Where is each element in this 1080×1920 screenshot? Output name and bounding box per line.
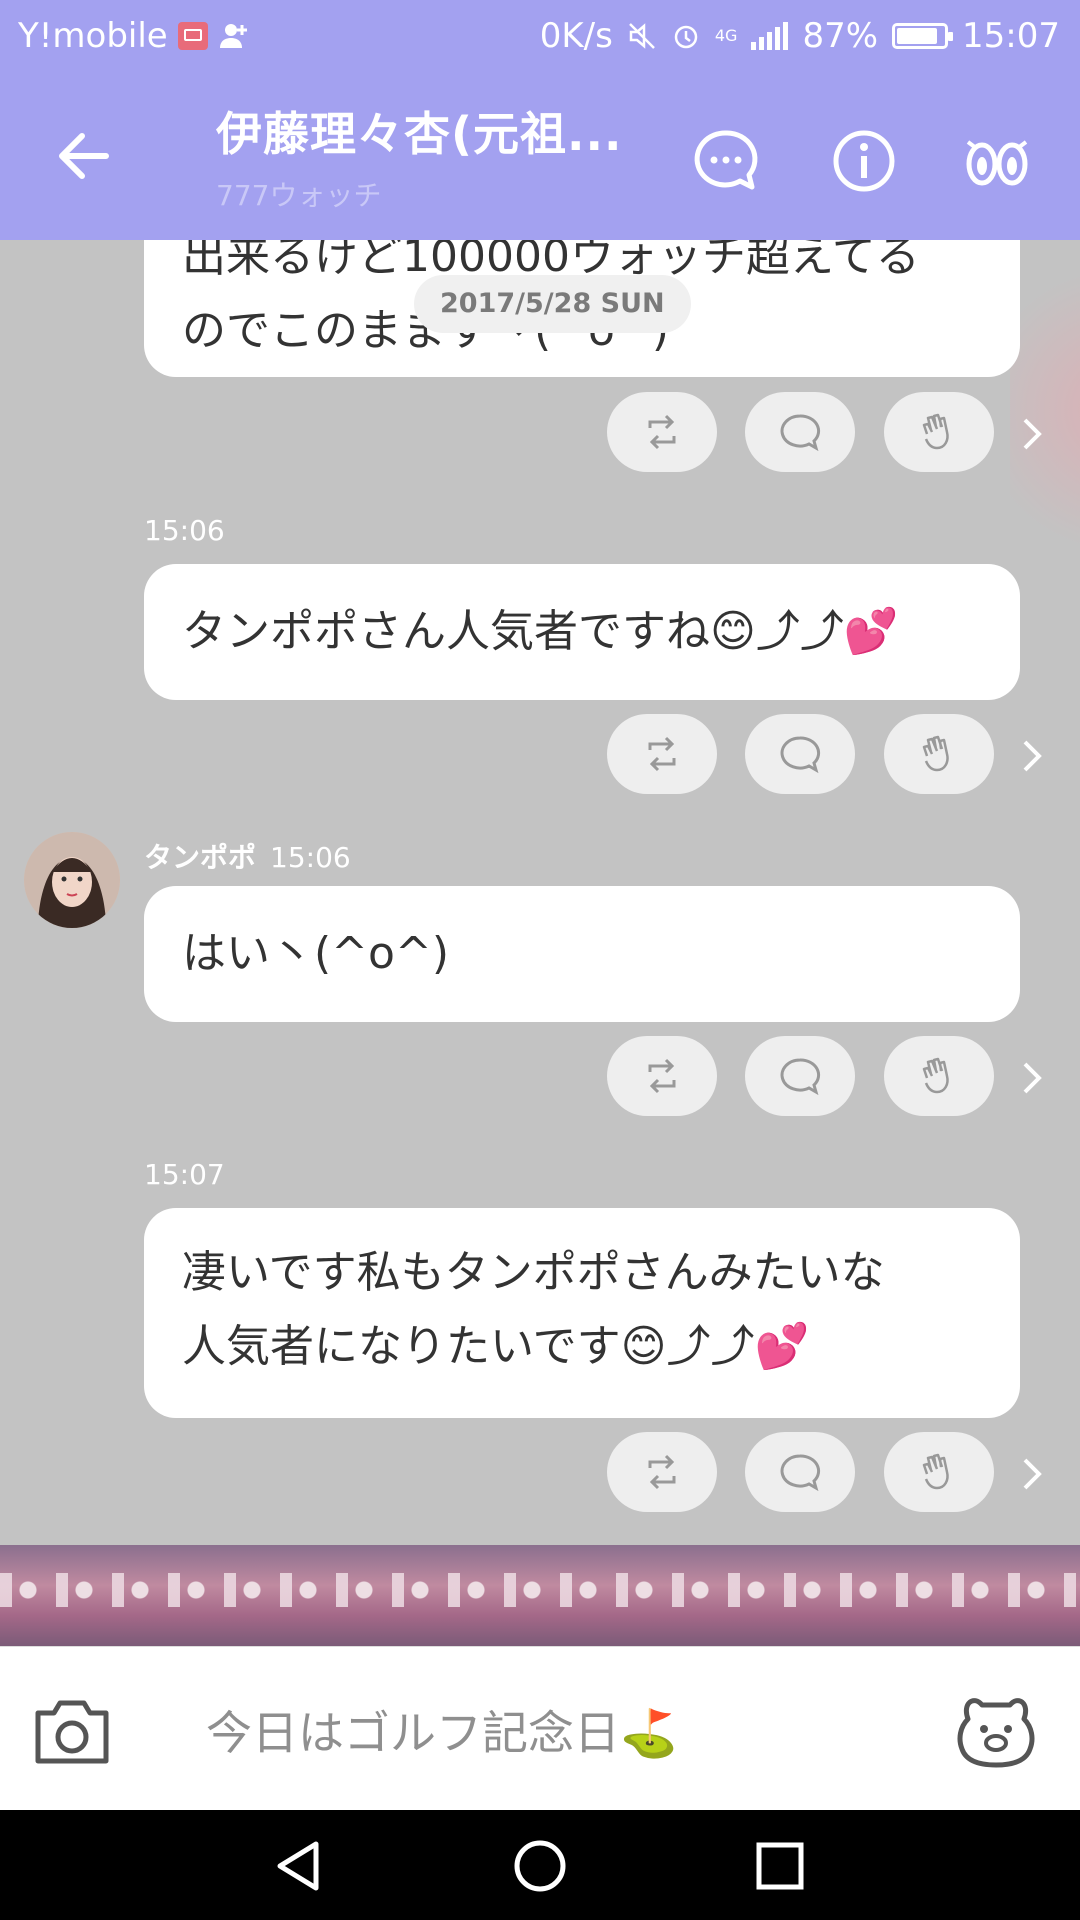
message-actions	[607, 392, 1042, 474]
comment-button[interactable]	[745, 714, 855, 794]
comment-button[interactable]	[745, 1432, 855, 1512]
message-bubble[interactable]: はい丶(^o^)	[144, 886, 1020, 1022]
message-actions	[607, 1036, 1042, 1118]
mute-icon	[628, 23, 655, 49]
comment-icon	[780, 736, 821, 774]
message-actions	[607, 1432, 1042, 1514]
add-contact-icon	[219, 24, 247, 48]
chevron-right-icon[interactable]	[1017, 1454, 1047, 1494]
clap-icon	[922, 1057, 949, 1094]
clap-icon	[922, 413, 949, 450]
chat-area[interactable]: 出来るけど100000ウォッチ超えてる のでこのまます丶(^o^) 2017/5…	[0, 240, 1080, 1646]
date-pill: 2017/5/28 SUN	[414, 275, 691, 333]
retweet-button[interactable]	[607, 392, 717, 472]
message-line: 人気者になりたいです😊⤴⤴💕	[182, 1321, 810, 1372]
chat-header: 伊藤理々杏(元祖... 777ウォッチ	[0, 76, 1080, 240]
background-decoration	[1010, 240, 1080, 580]
mail-notification-icon	[177, 22, 208, 50]
message-actions	[607, 714, 1042, 796]
retweet-icon	[648, 1058, 676, 1094]
sender-name[interactable]: タンポポ	[144, 841, 256, 874]
retweet-icon	[648, 1454, 676, 1490]
net-speed: 0K/s	[539, 16, 613, 56]
recents-square-icon[interactable]	[752, 1838, 808, 1894]
home-circle-icon[interactable]	[512, 1838, 568, 1894]
clap-button[interactable]	[884, 1036, 994, 1116]
comment-icon	[780, 1454, 821, 1492]
status-bar: Y!mobile 0K/s 4G 87% 15:07	[0, 0, 1080, 76]
comment-button[interactable]	[745, 392, 855, 472]
system-nav-bar	[0, 1810, 1080, 1920]
network-type: 4G	[714, 26, 738, 45]
message-time: 15:07	[144, 1158, 225, 1191]
retweet-button[interactable]	[607, 1036, 717, 1116]
message-time: 15:06	[270, 841, 351, 874]
clap-button[interactable]	[884, 1432, 994, 1512]
avatar-image	[24, 832, 120, 928]
message-time: 15:06	[144, 514, 225, 547]
comment-icon	[780, 414, 821, 452]
clap-button[interactable]	[884, 714, 994, 794]
message-line: 凄いです私もタンポポさんみたいな	[182, 1247, 885, 1298]
message-line: タンポポさん人気者ですね😊⤴⤴💕	[182, 606, 899, 657]
message-bubble[interactable]: タンポポさん人気者ですね😊⤴⤴💕	[144, 564, 1020, 700]
alarm-icon	[674, 25, 698, 49]
clap-icon	[922, 1453, 949, 1490]
battery-percent: 87%	[802, 16, 879, 56]
clap-icon	[922, 735, 949, 772]
chevron-right-icon[interactable]	[1017, 414, 1047, 454]
avatar[interactable]	[24, 832, 120, 928]
background-ribbon-decoration	[0, 1545, 1080, 1646]
message-input[interactable]: 今日はゴルフ記念日⛳	[206, 1697, 677, 1763]
room-subtitle: 777ウォッチ	[216, 179, 382, 212]
back-arrow-icon[interactable]	[48, 126, 118, 186]
clock: 15:07	[962, 16, 1060, 56]
retweet-button[interactable]	[607, 1432, 717, 1512]
watch-eyes-icon[interactable]	[962, 128, 1032, 194]
room-title: 伊藤理々杏(元祖...	[216, 107, 623, 161]
message-line: はい丶(^o^)	[182, 928, 449, 979]
retweet-icon	[648, 736, 676, 772]
sticker-face-icon[interactable]	[956, 1689, 1036, 1769]
signal-icon	[751, 22, 789, 50]
clap-button[interactable]	[884, 392, 994, 472]
back-triangle-icon[interactable]	[272, 1838, 328, 1894]
battery-icon	[892, 23, 954, 49]
comment-icon	[780, 1058, 821, 1096]
chat-bubble-icon[interactable]	[693, 128, 759, 194]
retweet-button[interactable]	[607, 714, 717, 794]
message-input-bar: 今日はゴルフ記念日⛳	[0, 1646, 1080, 1811]
message-bubble[interactable]: 凄いです私もタンポポさんみたいな 人気者になりたいです😊⤴⤴💕	[144, 1208, 1020, 1418]
comment-button[interactable]	[745, 1036, 855, 1116]
info-icon[interactable]	[831, 128, 897, 194]
camera-icon[interactable]	[34, 1693, 110, 1767]
retweet-icon	[648, 414, 676, 450]
carrier-label: Y!mobile	[18, 16, 168, 56]
chevron-right-icon[interactable]	[1017, 1058, 1047, 1098]
chevron-right-icon[interactable]	[1017, 736, 1047, 776]
sender-line: タンポポ 15:06	[144, 836, 351, 876]
